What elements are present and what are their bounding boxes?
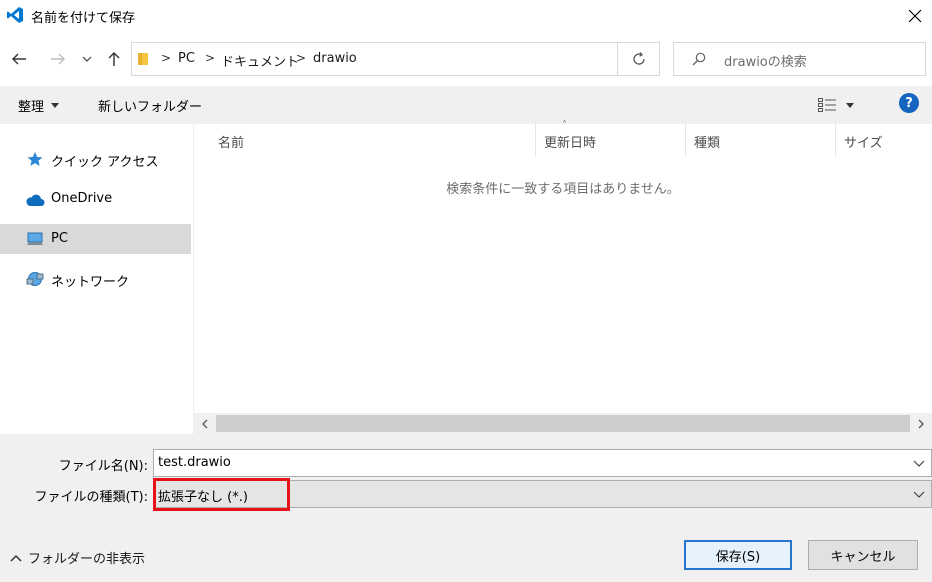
forward-button[interactable] bbox=[45, 46, 71, 72]
save-button[interactable]: 保存(S) bbox=[684, 540, 792, 570]
sidebar-item-onedrive[interactable]: OneDrive bbox=[0, 184, 191, 214]
cancel-button[interactable]: キャンセル bbox=[808, 540, 918, 570]
hide-folders-label: フォルダーの非表示 bbox=[28, 552, 146, 567]
search-icon bbox=[692, 52, 706, 66]
column-header-label: 更新日時 bbox=[544, 136, 597, 151]
network-icon bbox=[26, 272, 44, 286]
caret-down-icon bbox=[846, 102, 854, 108]
filename-input[interactable]: test.drawio bbox=[158, 455, 231, 470]
breadcrumb-drawio[interactable]: drawio bbox=[313, 51, 357, 66]
folder-icon bbox=[138, 53, 148, 65]
details-view-icon bbox=[818, 98, 836, 112]
organize-label: 整理 bbox=[18, 100, 45, 115]
chevron-up-icon bbox=[10, 554, 22, 562]
arrow-right-icon bbox=[51, 53, 65, 65]
sidebar-item-label: クイック アクセス bbox=[51, 155, 159, 170]
window-title: 名前を付けて保存 bbox=[31, 11, 136, 26]
arrow-up-icon bbox=[108, 52, 120, 66]
search-box[interactable]: drawioの検索 bbox=[673, 42, 926, 76]
navigation-pane: クイック アクセス OneDrive PC ネットワーク bbox=[0, 124, 194, 434]
organize-menu[interactable]: 整理 bbox=[18, 96, 60, 115]
address-row: > PC > ドキュメント > drawio drawioの検索 bbox=[0, 38, 932, 80]
close-button[interactable] bbox=[898, 0, 932, 32]
scroll-right-button[interactable] bbox=[910, 413, 932, 434]
horizontal-scrollbar[interactable] bbox=[194, 413, 932, 434]
scroll-left-button[interactable] bbox=[194, 413, 216, 434]
title-bar: 名前を付けて保存 bbox=[0, 0, 932, 32]
recent-locations-button[interactable] bbox=[76, 46, 98, 72]
sidebar-item-label: PC bbox=[51, 231, 68, 246]
column-header-size[interactable]: サイズ bbox=[835, 124, 932, 156]
command-bar: 整理 新しいフォルダー ? bbox=[0, 86, 932, 124]
file-list[interactable]: ˄ 名前 更新日時 種類 サイズ 検索条件に一致する項目はありません。 bbox=[194, 120, 932, 434]
chevron-down-icon bbox=[82, 56, 92, 62]
breadcrumb-documents[interactable]: ドキュメント bbox=[221, 51, 299, 70]
chevron-down-icon[interactable] bbox=[913, 456, 925, 470]
up-button[interactable] bbox=[101, 46, 127, 72]
column-header-label: サイズ bbox=[844, 136, 883, 151]
column-header-label: 種類 bbox=[694, 136, 721, 151]
help-button[interactable]: ? bbox=[899, 93, 919, 113]
chevron-left-icon bbox=[202, 419, 208, 428]
vscode-icon bbox=[7, 7, 23, 23]
sidebar-item-network[interactable]: ネットワーク bbox=[0, 264, 191, 294]
empty-message: 検索条件に一致する項目はありません。 bbox=[446, 182, 680, 197]
chevron-down-icon bbox=[913, 491, 925, 498]
annotation-highlight-box bbox=[153, 478, 290, 511]
arrow-left-icon bbox=[12, 53, 26, 65]
new-folder-button[interactable]: 新しいフォルダー bbox=[98, 96, 202, 115]
question-mark-icon: ? bbox=[905, 95, 913, 111]
breadcrumb-separator: > bbox=[205, 51, 216, 65]
view-options-button[interactable] bbox=[818, 94, 866, 116]
filename-field[interactable]: test.drawio bbox=[153, 449, 932, 477]
breadcrumb-separator: > bbox=[296, 51, 307, 65]
column-header-type[interactable]: 種類 bbox=[685, 124, 836, 156]
computer-icon bbox=[27, 232, 43, 245]
column-header-name[interactable]: 名前 bbox=[209, 124, 536, 156]
star-icon bbox=[27, 152, 43, 166]
chevron-right-icon bbox=[918, 419, 924, 428]
sidebar-item-pc[interactable]: PC bbox=[0, 224, 191, 254]
search-input[interactable]: drawioの検索 bbox=[724, 51, 807, 70]
filetype-label: ファイルの種類(T): bbox=[34, 490, 148, 505]
scrollbar-thumb[interactable] bbox=[216, 415, 910, 432]
sidebar-item-label: ネットワーク bbox=[51, 275, 130, 290]
caret-down-icon bbox=[51, 103, 60, 108]
column-header-label: 名前 bbox=[218, 136, 245, 151]
refresh-button[interactable] bbox=[618, 42, 660, 76]
column-header-modified[interactable]: 更新日時 bbox=[535, 124, 686, 156]
sidebar-item-label: OneDrive bbox=[51, 191, 113, 206]
hide-folders-toggle[interactable]: フォルダーの非表示 bbox=[10, 548, 145, 567]
refresh-icon bbox=[632, 52, 645, 65]
address-bar[interactable]: > PC > ドキュメント > drawio bbox=[131, 42, 733, 76]
close-icon bbox=[908, 9, 922, 23]
filename-label: ファイル名(N): bbox=[58, 459, 148, 474]
breadcrumb-separator: > bbox=[161, 51, 172, 65]
back-button[interactable] bbox=[6, 46, 32, 72]
cloud-icon bbox=[26, 194, 45, 206]
sidebar-item-quick-access[interactable]: クイック アクセス bbox=[0, 144, 191, 174]
breadcrumb-pc[interactable]: PC bbox=[178, 51, 195, 66]
